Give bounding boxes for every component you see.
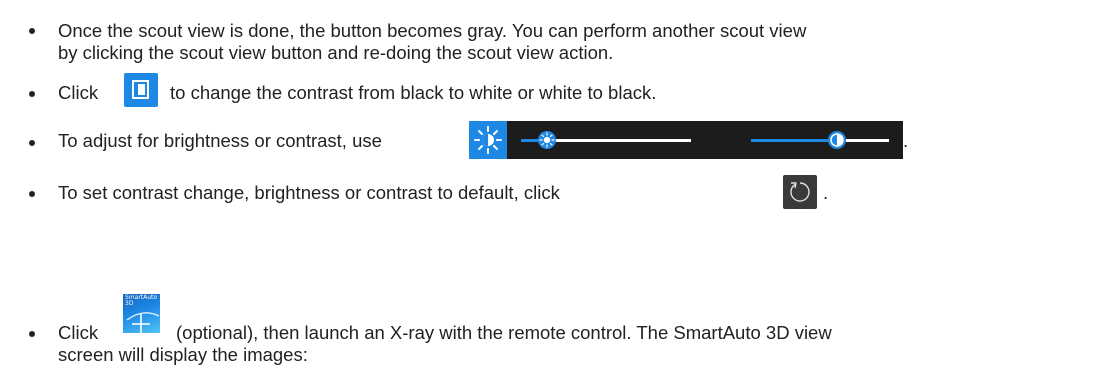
bullet-dot (29, 140, 35, 146)
paragraph-line: Click (58, 82, 99, 103)
contrast-slider-handle[interactable] (827, 131, 846, 149)
brightness-contrast-slider-bar (469, 121, 903, 159)
paragraph-line: to change the contrast from black to whi… (170, 82, 657, 103)
paragraph-line: . (903, 130, 909, 151)
paragraph-line: screen will display the images: (58, 344, 308, 365)
paragraph-line: To adjust for brightness or contrast, us… (58, 130, 382, 151)
paragraph-line: . (823, 182, 829, 203)
sun-icon[interactable] (469, 121, 507, 159)
contrast-track-fill (751, 139, 837, 142)
smartauto-3d-icon[interactable]: SmartAuto 3D (123, 294, 160, 333)
paragraph-line: Click (58, 322, 99, 343)
paragraph-line: (optional), then launch an X-ray with th… (176, 322, 832, 343)
paragraph-line: Once the scout view is done, the button … (58, 20, 807, 41)
reset-icon[interactable] (783, 175, 817, 209)
paragraph-line: by clicking the scout view button and re… (58, 42, 614, 63)
bullet-dot (29, 28, 35, 34)
bullet-dot (29, 191, 35, 197)
bullet-dot (29, 331, 35, 337)
contrast-toggle-icon[interactable] (124, 73, 158, 107)
brightness-slider-handle[interactable] (537, 131, 556, 149)
paragraph-line: To set contrast change, brightness or co… (58, 182, 560, 203)
bullet-dot (29, 91, 35, 97)
